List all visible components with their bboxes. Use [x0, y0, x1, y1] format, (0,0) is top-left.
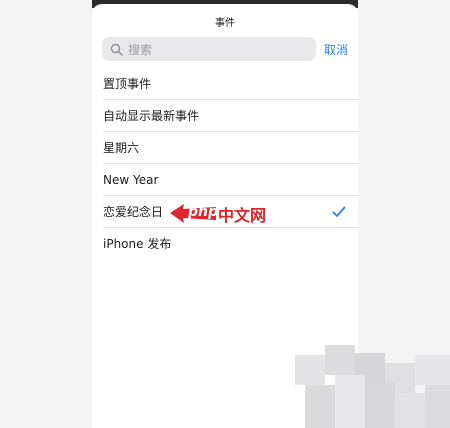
event-item-pinned[interactable]: 置顶事件 — [92, 68, 358, 100]
watermark-prefix: php — [188, 204, 219, 220]
watermark-logo: php 中文网 — [168, 200, 268, 230]
event-item-new-year[interactable]: New Year — [92, 164, 358, 196]
event-item-label: New Year — [103, 173, 159, 187]
event-list: 置顶事件 自动显示最新事件 星期六 New Year 恋爱纪念日 iPhone … — [92, 68, 358, 260]
search-row: 搜索 取消 — [102, 37, 350, 61]
event-item-label: 自动显示最新事件 — [103, 109, 200, 123]
event-item-saturday[interactable]: 星期六 — [92, 132, 358, 164]
search-input[interactable]: 搜索 — [102, 37, 316, 61]
event-item-label: 置顶事件 — [103, 77, 152, 91]
event-item-label: 星期六 — [103, 141, 140, 155]
checkmark-icon — [332, 196, 346, 228]
sheet-title: 事件 — [215, 18, 235, 29]
cancel-button[interactable]: 取消 — [324, 41, 348, 58]
event-item-label: iPhone 发布 — [103, 237, 172, 251]
event-item-iphone-launch[interactable]: iPhone 发布 — [92, 228, 358, 260]
watermark-suffix: 中文网 — [218, 206, 267, 225]
search-icon — [110, 43, 123, 56]
mosaic-blur — [295, 345, 450, 428]
search-placeholder: 搜索 — [128, 42, 153, 57]
event-item-label: 恋爱纪念日 — [103, 205, 164, 219]
event-item-auto-latest[interactable]: 自动显示最新事件 — [92, 100, 358, 132]
